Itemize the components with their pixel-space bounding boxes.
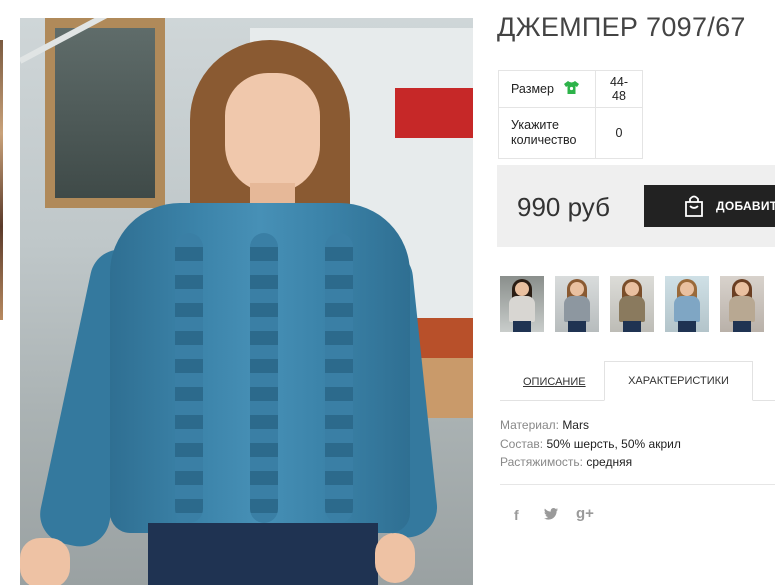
spec-name: Растяжимость: [500,455,584,469]
size-cell: Размер [498,70,596,108]
add-to-cart-button[interactable]: ДОБАВИТЬ [644,185,775,227]
thumbnail-4[interactable] [665,276,709,332]
sweater-cable-pattern [250,233,278,523]
tab-description[interactable]: ОПИСАНИЕ [523,376,586,388]
quantity-label: Укажите количество [498,107,596,159]
size-value[interactable]: 44-48 [595,70,643,108]
thumbnail-2[interactable] [555,276,599,332]
thumbnail-sweater [729,296,755,322]
thumbnail-sweater [619,296,645,322]
product-main-image[interactable] [20,18,473,585]
photo-window [45,18,165,208]
model-left-hand [20,538,70,585]
spec-name: Материал: [500,418,559,432]
model-right-hand [375,533,415,583]
add-to-cart-label: ДОБАВИТЬ [716,199,775,213]
thumbnail-sweater [509,296,535,322]
spec-row: Состав: 50% шерсть, 50% акрил [500,435,681,454]
photo-planter [395,88,473,138]
google-plus-icon[interactable]: g+ [576,505,594,522]
facebook-icon[interactable]: f [514,507,519,523]
spec-row: Растяжимость: средняя [500,453,681,472]
price-box: 990 руб ДОБАВИТЬ [497,165,775,247]
twitter-icon[interactable] [544,507,558,523]
sweater-cable-pattern [325,233,353,523]
thumbnail-1[interactable] [500,276,544,332]
shopping-bag-icon [682,194,706,223]
thumbnail-5[interactable] [720,276,764,332]
product-tabs: ОПИСАНИЕ ХАРАКТЕРИСТИКИ [500,361,775,401]
size-label: Размер [511,81,554,96]
product-title: ДЖЕМПЕР 7097/67 [497,12,746,42]
spec-value: средняя [586,455,633,469]
thumbnail-sweater [674,296,700,322]
product-price: 990 руб [517,192,610,222]
product-options-table: Размер 44-48 Укажите количество 0 [498,70,643,159]
characteristics-list: Материал: Mars Состав: 50% шерсть, 50% а… [500,416,681,472]
spec-row: Материал: Mars [500,416,681,435]
thumbnail-sweater [564,296,590,322]
spec-name: Состав: [500,436,544,451]
quantity-input[interactable]: 0 [595,107,643,159]
sweater-cable-pattern [175,233,203,523]
thumbnail-3[interactable] [610,276,654,332]
spec-value: 50% шерсть, 50% акрил [546,436,681,451]
tab-characteristics[interactable]: ХАРАКТЕРИСТИКИ [604,361,753,401]
adjacent-photo-strip [0,40,3,320]
tshirt-icon[interactable] [563,80,580,99]
model-face [225,73,320,193]
model-jeans [148,523,378,585]
share-divider [500,484,775,485]
spec-value: Mars [562,418,589,432]
